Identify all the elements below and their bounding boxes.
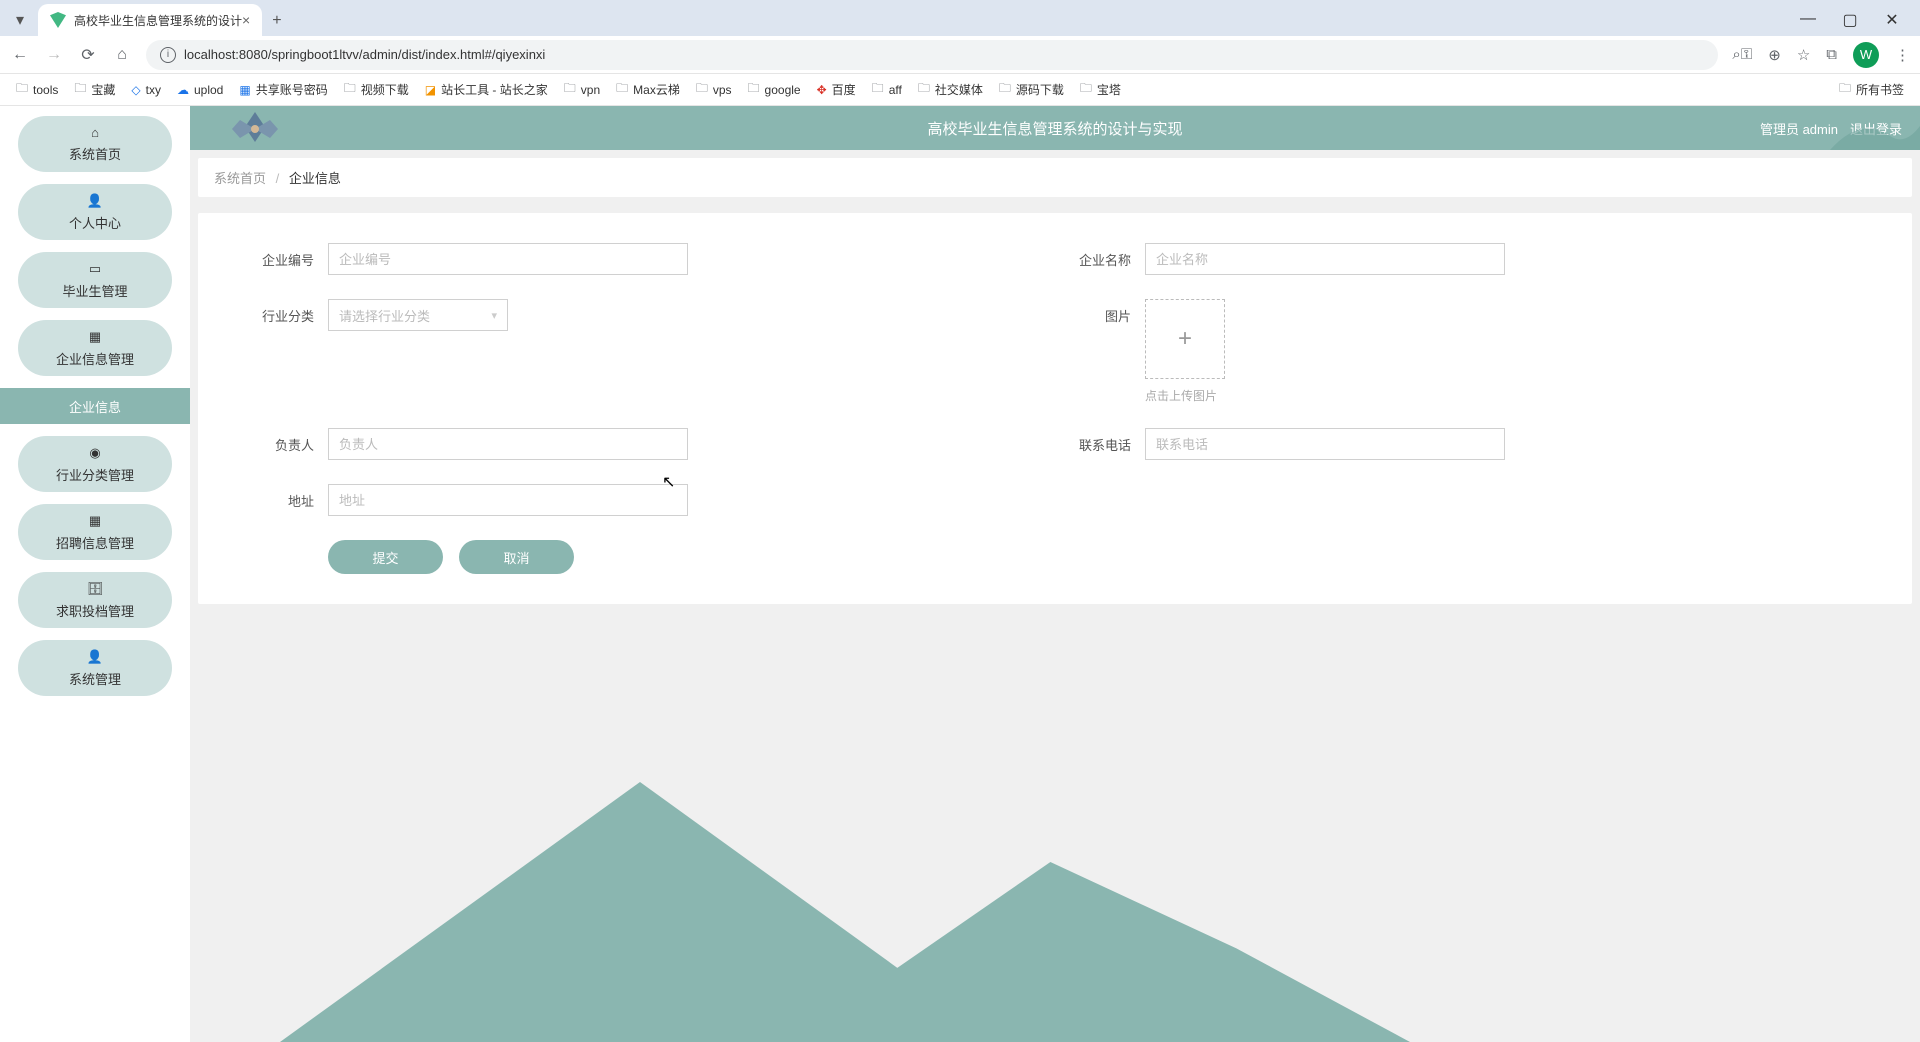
user-icon: 👤	[87, 193, 103, 209]
bookmark-baozang[interactable]: 🗀宝藏	[74, 79, 115, 100]
tab-title: 高校毕业生信息管理系统的设计	[74, 12, 242, 29]
breadcrumb: 系统首页 / 企业信息	[198, 158, 1912, 197]
header-deco-right	[1830, 106, 1920, 150]
tag-icon: ◉	[89, 445, 100, 461]
minimize-icon[interactable]: —	[1796, 10, 1820, 30]
url-text: localhost:8080/springboot1ltvv/admin/dis…	[184, 47, 545, 62]
bookmark-google[interactable]: 🗀google	[748, 79, 801, 100]
sidebar-item-home[interactable]: ⌂系统首页	[18, 116, 172, 172]
window-controls: — ▢ ✕	[1796, 10, 1912, 30]
sidebar-item-enterprise[interactable]: ▦企业信息管理	[18, 320, 172, 376]
label-principal: 负责人	[238, 428, 328, 454]
label-industry: 行业分类	[238, 299, 328, 325]
favicon-icon	[50, 12, 66, 28]
header-user[interactable]: 管理员 admin	[1760, 119, 1838, 138]
main-content: 高校毕业生信息管理系统的设计与实现 管理员 admin 退出登录 系统首页 / …	[190, 106, 1920, 1042]
form-card: 企业编号 企业名称 行业分类 请选择行业分类 ▾ 图片	[198, 213, 1912, 604]
site-info-icon[interactable]: i	[160, 47, 176, 63]
display-icon: ▭	[89, 261, 101, 277]
sidebar-item-industry[interactable]: ◉行业分类管理	[18, 436, 172, 492]
grid-icon: ▦	[89, 329, 101, 345]
browser-tab-strip: ▾ 高校毕业生信息管理系统的设计 × + — ▢ ✕	[0, 0, 1920, 36]
plus-icon: +	[1178, 325, 1192, 353]
extensions-icon[interactable]: ⧉	[1826, 46, 1837, 63]
sidebar-item-system[interactable]: 👤系统管理	[18, 640, 172, 696]
person-icon: 👤	[87, 649, 103, 665]
sidebar-item-profile[interactable]: 👤个人中心	[18, 184, 172, 240]
input-enterprise-id[interactable]	[328, 243, 688, 275]
url-input[interactable]: i localhost:8080/springboot1ltvv/admin/d…	[146, 40, 1718, 70]
bookmark-baidu[interactable]: ✥百度	[817, 81, 856, 98]
app-header: 高校毕业生信息管理系统的设计与实现 管理员 admin 退出登录	[190, 106, 1920, 150]
password-key-icon[interactable]: ⌕⚿	[1732, 46, 1752, 63]
label-image: 图片	[1055, 299, 1145, 325]
close-window-icon[interactable]: ✕	[1880, 10, 1904, 30]
bookmark-all[interactable]: 🗀所有书签	[1839, 79, 1904, 100]
address-bar: ← → ⟳ ⌂ i localhost:8080/springboot1ltvv…	[0, 36, 1920, 74]
bookmark-aff[interactable]: 🗀aff	[872, 79, 902, 100]
bookmark-vpn[interactable]: 🗀vpn	[564, 79, 600, 100]
new-tab-button[interactable]: +	[272, 12, 281, 30]
chrome-menu-icon[interactable]: ⋮	[1895, 46, 1910, 64]
bookmark-social[interactable]: 🗀社交媒体	[918, 79, 983, 100]
close-tab-icon[interactable]: ×	[242, 12, 250, 28]
bookmark-star-icon[interactable]: ☆	[1797, 46, 1810, 64]
browser-tab[interactable]: 高校毕业生信息管理系统的设计 ×	[38, 4, 262, 36]
upload-image-button[interactable]: +	[1145, 299, 1225, 379]
breadcrumb-root[interactable]: 系统首页	[214, 171, 266, 186]
select-placeholder: 请选择行业分类	[339, 306, 430, 325]
bookmark-zhanzhang[interactable]: ◪站长工具 - 站长之家	[425, 81, 548, 98]
bookmark-txy[interactable]: ◇txy	[131, 83, 161, 97]
select-industry[interactable]: 请选择行业分类 ▾	[328, 299, 508, 331]
reload-icon[interactable]: ⟳	[78, 45, 98, 65]
bookmark-tools[interactable]: 🗀tools	[16, 79, 58, 100]
forward-icon[interactable]: →	[44, 46, 64, 64]
label-phone: 联系电话	[1055, 428, 1145, 454]
home-icon[interactable]: ⌂	[112, 46, 132, 64]
sidebar-item-recruit[interactable]: ▦招聘信息管理	[18, 504, 172, 560]
submit-button[interactable]: 提交	[328, 540, 443, 574]
grid2-icon: ▦	[89, 513, 101, 529]
sidebar-item-jobapply[interactable]: 🗄求职投档管理	[18, 572, 172, 628]
back-icon[interactable]: ←	[10, 46, 30, 64]
bookmark-sharepw[interactable]: ▦共享账号密码	[239, 81, 327, 98]
header-flower-icon	[220, 106, 290, 156]
bookmark-uplod[interactable]: ☁uplod	[177, 83, 223, 97]
breadcrumb-current: 企业信息	[289, 171, 341, 186]
upload-hint: 点击上传图片	[1145, 387, 1225, 404]
bookmarks-bar: 🗀tools 🗀宝藏 ◇txy ☁uplod ▦共享账号密码 🗀视频下载 ◪站长…	[0, 74, 1920, 106]
tab-search-icon[interactable]: ▾	[8, 8, 32, 32]
cancel-button[interactable]: 取消	[459, 540, 574, 574]
sidebar-item-graduates[interactable]: ▭毕业生管理	[18, 252, 172, 308]
bookmark-video[interactable]: 🗀视频下载	[344, 79, 409, 100]
bookmark-vps[interactable]: 🗀vps	[696, 79, 732, 100]
label-enterprise-id: 企业编号	[238, 243, 328, 269]
input-principal[interactable]	[328, 428, 688, 460]
home-icon: ⌂	[91, 125, 99, 140]
sidebar: ⌂系统首页 👤个人中心 ▭毕业生管理 ▦企业信息管理 企业信息 ◉行业分类管理 …	[0, 106, 190, 1042]
bookmark-baota[interactable]: 🗀宝塔	[1080, 79, 1121, 100]
profile-avatar[interactable]: W	[1853, 42, 1879, 68]
decorative-mountains	[190, 762, 1920, 1042]
header-title: 高校毕业生信息管理系统的设计与实现	[927, 118, 1182, 139]
bookmark-sourcecode[interactable]: 🗀源码下载	[999, 79, 1064, 100]
maximize-icon[interactable]: ▢	[1838, 10, 1862, 30]
input-address[interactable]	[328, 484, 688, 516]
chevron-down-icon: ▾	[491, 309, 497, 322]
input-phone[interactable]	[1145, 428, 1505, 460]
sidebar-subitem-enterprise-info[interactable]: 企业信息	[0, 388, 190, 424]
zoom-icon[interactable]: ⊕	[1768, 46, 1781, 64]
input-enterprise-name[interactable]	[1145, 243, 1505, 275]
bookmark-maxcloud[interactable]: 🗀Max云梯	[616, 79, 680, 100]
label-address: 地址	[238, 484, 328, 510]
breadcrumb-sep: /	[276, 171, 280, 186]
label-enterprise-name: 企业名称	[1055, 243, 1145, 269]
briefcase-icon: 🗄	[87, 581, 104, 597]
